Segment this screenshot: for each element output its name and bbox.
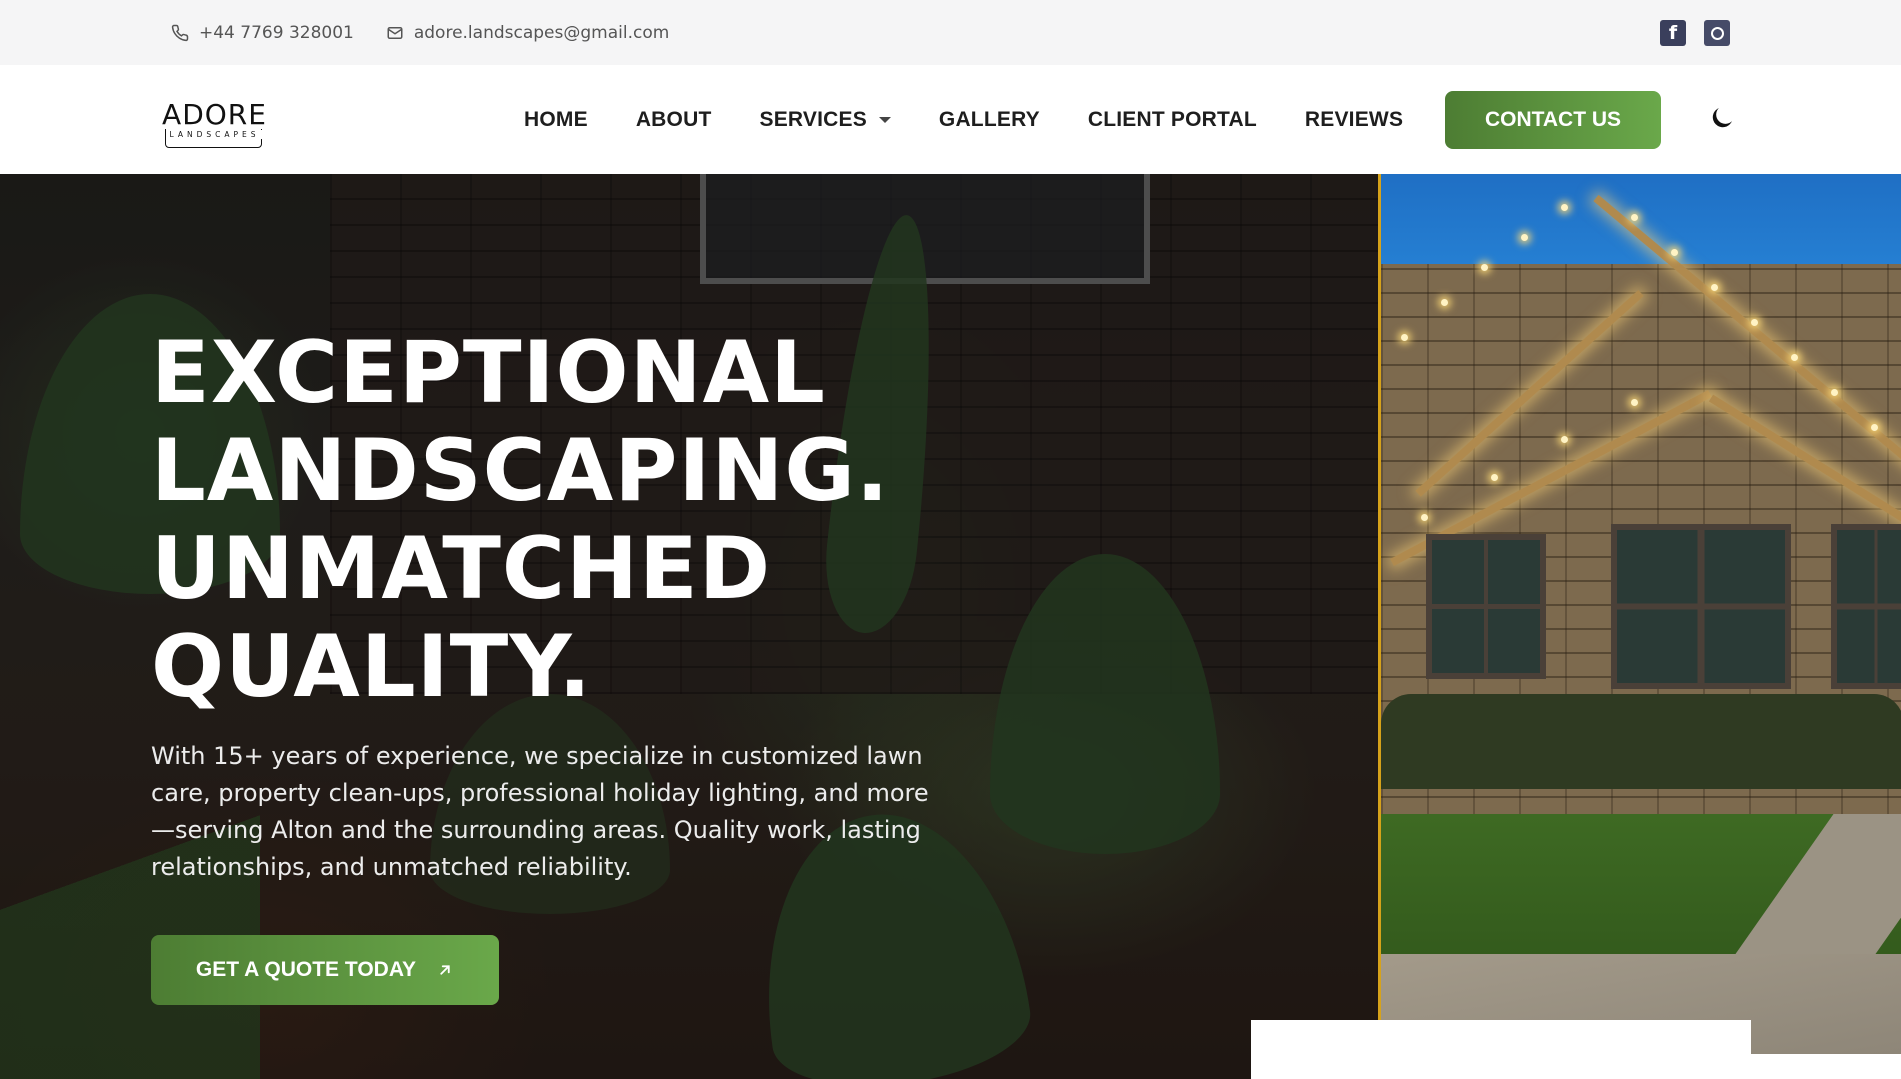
- nav-client-portal[interactable]: CLIENT PORTAL: [1088, 108, 1257, 132]
- light-bulb: [1791, 354, 1798, 361]
- phone-icon: [171, 24, 189, 41]
- house-window: [1831, 524, 1901, 689]
- light-bulb: [1831, 389, 1838, 396]
- contact-info: +44 7769 328001 adore.landscapes@gmail.c…: [171, 23, 701, 43]
- hero-section: EXCEPTIONAL LANDSCAPING. UNMATCHED QUALI…: [0, 174, 1901, 1079]
- nav-client-portal-label: CLIENT PORTAL: [1087, 107, 1257, 131]
- light-bulb: [1491, 474, 1498, 481]
- instagram-icon[interactable]: [1704, 20, 1730, 46]
- nav-gallery[interactable]: GALLERY: [939, 108, 1040, 132]
- light-bulb: [1631, 399, 1638, 406]
- hero-title-line: EXCEPTIONAL: [151, 323, 826, 423]
- light-bulb: [1671, 249, 1678, 256]
- get-quote-label: GET A QUOTE TODAY: [195, 958, 417, 981]
- hero-title-line: QUALITY.: [151, 617, 593, 717]
- hero-title: EXCEPTIONAL LANDSCAPING. UNMATCHED QUALI…: [151, 324, 971, 716]
- site-logo[interactable]: ADORE LANDSCAPES: [153, 90, 276, 150]
- nav-services[interactable]: SERVICES: [759, 107, 891, 132]
- main-navbar: ADORE LANDSCAPES HOME ABOUT SERVICES GAL…: [0, 65, 1901, 174]
- email-contact[interactable]: adore.landscapes@gmail.com: [386, 23, 669, 43]
- nav-gallery-label: GALLERY: [938, 107, 1040, 131]
- phone-number: +44 7769 328001: [199, 22, 354, 43]
- light-bulb: [1751, 319, 1758, 326]
- overlapping-card: [1251, 1020, 1751, 1079]
- nav-about-label: ABOUT: [635, 107, 712, 131]
- nav-home[interactable]: HOME: [524, 108, 588, 132]
- light-bulb: [1521, 234, 1528, 241]
- light-bulb: [1561, 204, 1568, 211]
- top-info-bar: +44 7769 328001 adore.landscapes@gmail.c…: [0, 0, 1901, 65]
- hero-content: EXCEPTIONAL LANDSCAPING. UNMATCHED QUALI…: [151, 324, 971, 886]
- nav-reviews-label: REVIEWS: [1304, 107, 1404, 131]
- nav-links: HOME ABOUT SERVICES GALLERY CLIENT PORTA…: [524, 65, 1451, 174]
- nav-services-label: SERVICES: [759, 107, 867, 131]
- facebook-icon[interactable]: f: [1660, 20, 1686, 46]
- hero-description: With 15+ years of experience, we special…: [151, 742, 929, 881]
- hero-house-image: [1378, 174, 1901, 1054]
- light-bulb: [1421, 514, 1428, 521]
- nav-reviews[interactable]: REVIEWS: [1305, 108, 1403, 132]
- hero-title-line: UNMATCHED: [151, 519, 772, 619]
- light-bulb: [1631, 214, 1638, 221]
- logo-subtitle: LANDSCAPES: [166, 130, 263, 139]
- light-bulb: [1561, 436, 1568, 443]
- caret-down-icon: [878, 116, 891, 123]
- hero-title-line: LANDSCAPING.: [151, 421, 890, 521]
- logo-word: ADORE: [160, 98, 269, 131]
- nav-about[interactable]: ABOUT: [636, 108, 712, 132]
- phone-contact[interactable]: +44 7769 328001: [171, 23, 354, 43]
- light-bulb: [1441, 299, 1448, 306]
- house-window: [1611, 524, 1791, 689]
- nav-home-label: HOME: [524, 107, 588, 131]
- contact-us-button[interactable]: CONTACT US: [1445, 91, 1661, 149]
- get-quote-button[interactable]: GET A QUOTE TODAY: [151, 935, 499, 1005]
- moon-icon[interactable]: [1707, 103, 1737, 133]
- hedge: [1381, 694, 1901, 789]
- mail-icon: [387, 26, 403, 39]
- light-bulb: [1401, 334, 1408, 341]
- arrow-up-right-icon: [440, 965, 450, 975]
- house-window: [1426, 534, 1546, 679]
- light-bulb: [1711, 284, 1718, 291]
- social-links: f: [1660, 20, 1730, 46]
- light-bulb: [1871, 424, 1878, 431]
- light-bulb: [1481, 264, 1488, 271]
- email-address: adore.landscapes@gmail.com: [413, 22, 670, 43]
